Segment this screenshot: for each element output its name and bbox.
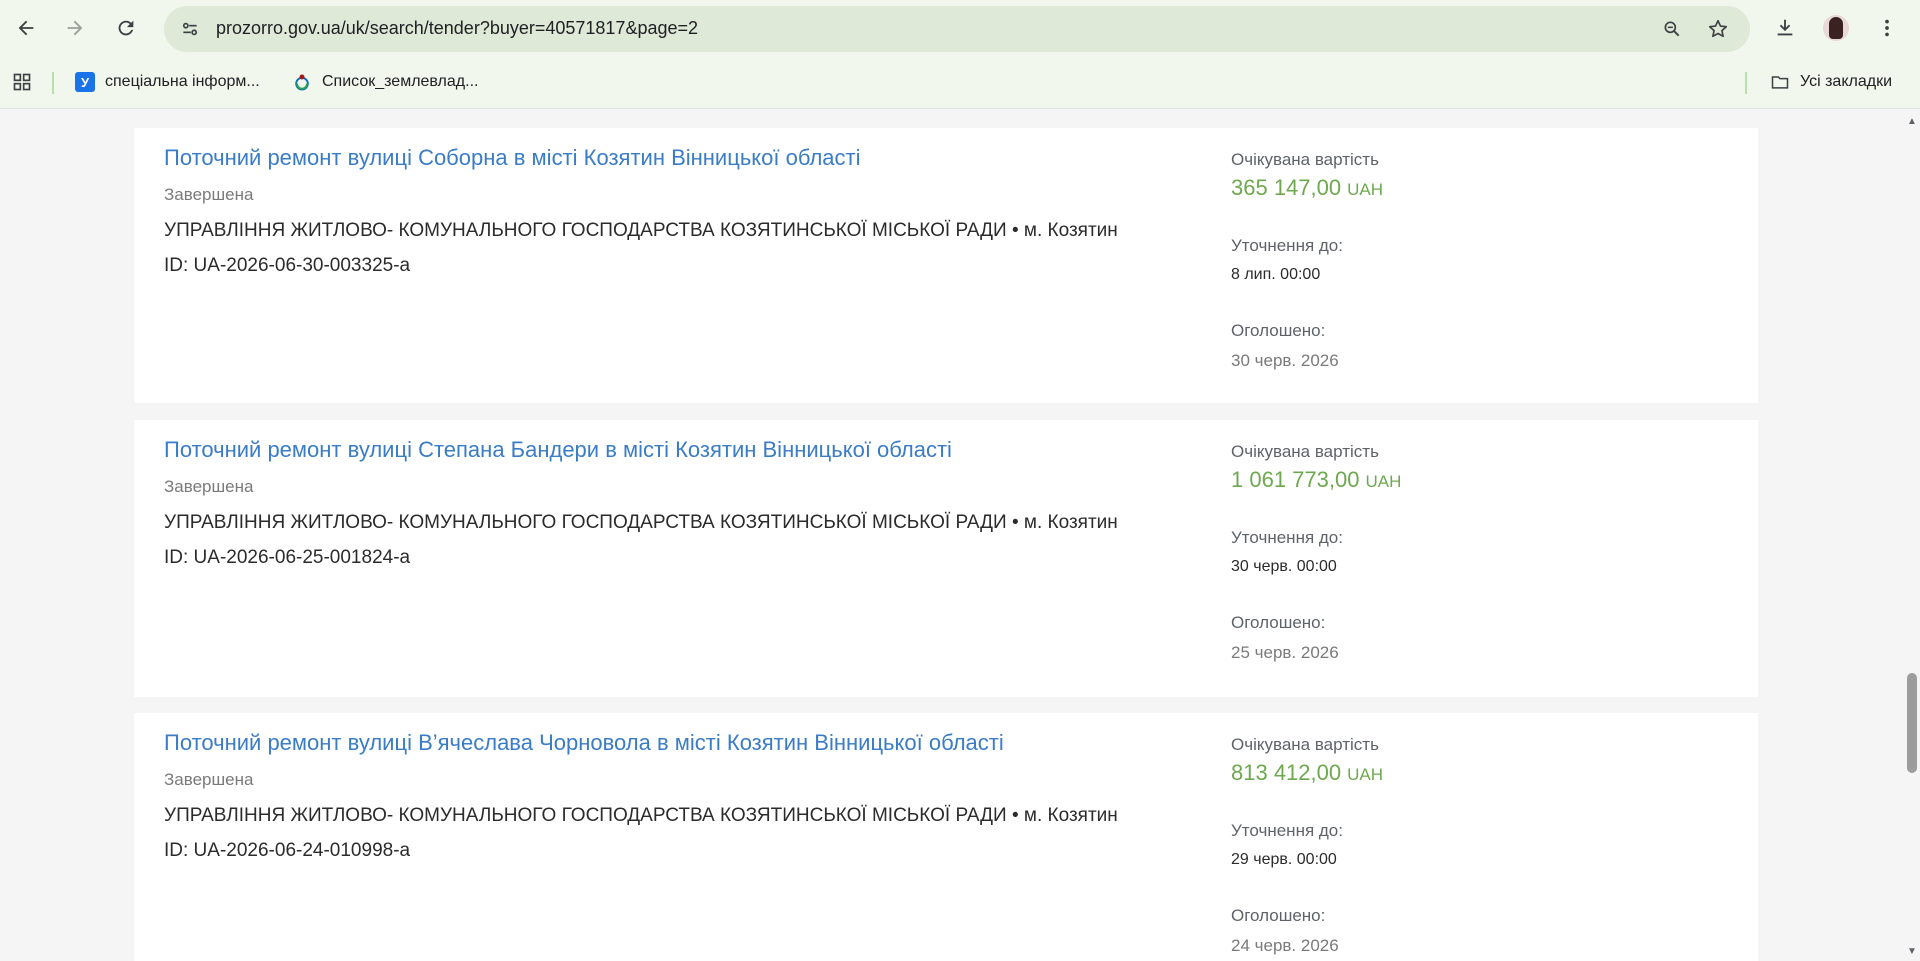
reload-icon[interactable] [110,12,142,44]
url-text[interactable]: prozorro.gov.ua/uk/search/tender?buyer=4… [216,18,698,39]
announced-date: 30 черв. 2026 [1231,351,1339,370]
zoom-icon[interactable] [1658,15,1686,43]
tender-organization: УПРАВЛІННЯ ЖИТЛОВО- КОМУНАЛЬНОГО ГОСПОДА… [164,220,1118,241]
page-scrollbar[interactable]: ▲ ▼ [1904,109,1920,961]
expected-value-amount: 1 061 773,00 UAH [1231,467,1402,492]
bookmark-label: Список_землевлад... [322,73,479,90]
bookmarks-bar: У спеціальна інформ... Список_землевлад.… [0,56,1920,109]
tender-title-link[interactable]: Поточний ремонт вулиці Соборна в місті К… [164,145,861,171]
menu-kebab-icon[interactable] [1871,12,1903,44]
tender-status: Завершена [164,770,254,789]
tender-organization: УПРАВЛІННЯ ЖИТЛОВО- КОМУНАЛЬНОГО ГОСПОДА… [164,805,1118,826]
expected-value-label: Очікувана вартість [1231,735,1379,754]
clarification-label: Уточнення до: [1231,236,1343,255]
tender-card: Поточний ремонт вулиці Соборна в місті К… [134,128,1758,403]
site-info-icon[interactable] [176,15,204,43]
tender-title-link[interactable]: Поточний ремонт вулиці Степана Бандери в… [164,437,952,463]
apps-grid-icon[interactable] [6,66,38,98]
all-bookmarks-button[interactable]: Усі закладки [1770,70,1892,94]
download-icon[interactable] [1769,12,1801,44]
tender-status: Завершена [164,477,254,496]
avatar [1823,15,1849,41]
browser-toolbar: prozorro.gov.ua/uk/search/tender?buyer=4… [0,0,1920,56]
tender-id: ID: UA-2026-06-30-003325-a [164,255,411,276]
expected-value-label: Очікувана вартість [1231,442,1379,461]
page-content: Поточний ремонт вулиці Соборна в місті К… [0,109,1904,961]
tender-card: Поточний ремонт вулиці Степана Бандери в… [134,420,1758,697]
scrollbar-thumb[interactable] [1907,673,1917,773]
wikimedia-icon [292,72,312,92]
clarification-value: 8 лип. 00:00 [1231,266,1321,283]
expected-value-amount: 365 147,00 UAH [1231,175,1384,200]
expected-value-label: Очікувана вартість [1231,150,1379,169]
tender-organization: УПРАВЛІННЯ ЖИТЛОВО- КОМУНАЛЬНОГО ГОСПОДА… [164,512,1118,533]
tender-id: ID: UA-2026-06-25-001824-a [164,547,411,568]
bookmark-item-2[interactable]: Список_землевлад... [292,70,478,94]
clarification-value: 30 черв. 00:00 [1231,558,1337,575]
clarification-label: Уточнення до: [1231,528,1343,547]
profile-avatar[interactable] [1820,12,1852,44]
clarification-label: Уточнення до: [1231,821,1343,840]
bookmark-label: спеціальна інформ... [105,73,260,90]
currency-label: UAH [1365,472,1402,491]
scroll-up-arrow-icon[interactable]: ▲ [1904,113,1920,129]
announced-label: Оголошено: [1231,321,1326,340]
bookmark-star-icon[interactable] [1704,15,1732,43]
back-arrow-icon[interactable] [10,12,42,44]
tender-status: Завершена [164,185,254,204]
tender-card: Поточний ремонт вулиці В’ячеслава Чорнов… [134,713,1758,961]
expected-value-amount: 813 412,00 UAH [1231,760,1384,785]
bookmark-separator [52,72,54,94]
announced-date: 24 черв. 2026 [1231,936,1339,955]
currency-label: UAH [1347,180,1384,199]
bookmark-separator [1745,72,1747,94]
all-bookmarks-label: Усі закладки [1800,73,1893,90]
announced-label: Оголошено: [1231,613,1326,632]
tender-title-link[interactable]: Поточний ремонт вулиці В’ячеслава Чорнов… [164,730,1004,756]
ukr-gov-icon: У [75,72,95,92]
announced-label: Оголошено: [1231,906,1326,925]
folder-icon [1770,72,1790,92]
currency-label: UAH [1347,765,1384,784]
bookmark-item-1[interactable]: У спеціальна інформ... [75,70,260,94]
scroll-down-arrow-icon[interactable]: ▼ [1904,943,1920,959]
tender-id: ID: UA-2026-06-24-010998-a [164,840,411,861]
clarification-value: 29 черв. 00:00 [1231,851,1337,868]
address-bar[interactable]: prozorro.gov.ua/uk/search/tender?buyer=4… [164,6,1750,52]
announced-date: 25 черв. 2026 [1231,643,1339,662]
forward-arrow-icon[interactable] [59,12,91,44]
